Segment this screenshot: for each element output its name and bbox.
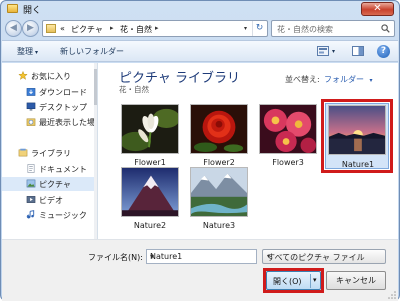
open-dialog: 開く ✕ ◀ ▶ « ピクチャ ▸ 花・自然 ▸ ▾ ↻ 花・自然の検索 整理 ▾… xyxy=(0,0,400,301)
recent-places-icon xyxy=(26,118,36,126)
breadcrumb-pictures[interactable]: ピクチャ xyxy=(71,24,103,35)
nav-label: デスクトップ xyxy=(39,103,87,112)
file-list-pane: ピクチャ ライブラリ 花・自然 並べ替え: フォルダー ▾ Flower1 Fl… xyxy=(99,63,398,239)
nature3-thumbnail xyxy=(190,167,248,217)
arrange-by-value: フォルダー xyxy=(324,75,364,84)
folder-icon xyxy=(46,24,56,33)
nav-item-music[interactable]: ミュージック xyxy=(2,208,97,222)
organize-label: 整理 xyxy=(17,47,33,56)
search-input[interactable]: 花・自然の検索 xyxy=(271,20,395,37)
navigation-pane: お気に入り ダウンロード デスクトップ 最近表示した場所 ライブラリ ドキュメン… xyxy=(2,63,98,239)
star-icon xyxy=(18,71,28,80)
forward-button[interactable]: ▶ xyxy=(22,20,39,37)
arrange-by-label: 並べ替え: xyxy=(285,75,320,84)
flower1-thumbnail xyxy=(121,104,179,154)
nav-item-downloads[interactable]: ダウンロード xyxy=(2,85,97,99)
dialog-footer: ファイル名(N): Nature1 ▾ すべてのピクチャ ファイル ▾ 開く(O… xyxy=(2,239,398,301)
nav-scrollbar-thumb[interactable] xyxy=(94,69,97,105)
nav-label: ドキュメント xyxy=(39,165,87,174)
chevron-down-icon: ▾ xyxy=(267,253,271,260)
nav-label: お気に入り xyxy=(31,72,71,81)
nav-label: ライブラリ xyxy=(31,149,71,158)
library-subtitle: 花・自然 xyxy=(119,85,149,94)
file-item-flower3[interactable]: Flower3 xyxy=(257,104,319,168)
nav-label: ミュージック xyxy=(39,211,87,220)
view-options-icon[interactable] xyxy=(317,46,329,56)
back-button[interactable]: ◀ xyxy=(5,20,22,37)
open-button[interactable]: 開く(O) ▾ xyxy=(266,271,321,290)
library-icon xyxy=(18,148,28,157)
folder-app-icon xyxy=(7,4,18,13)
desktop-icon xyxy=(26,102,36,111)
open-dropdown-icon[interactable]: ▾ xyxy=(313,276,317,284)
file-name: Nature3 xyxy=(202,221,236,230)
address-dropdown-icon[interactable]: ▾ xyxy=(240,21,251,36)
nature1-thumbnail xyxy=(328,105,386,155)
video-icon xyxy=(26,196,36,203)
file-name: Nature2 xyxy=(133,221,167,230)
close-button[interactable]: ✕ xyxy=(361,2,394,16)
file-name: Flower2 xyxy=(203,158,235,167)
file-name: Flower3 xyxy=(272,158,304,167)
breadcrumb-overflow[interactable]: « xyxy=(60,24,65,33)
resize-grip-icon[interactable] xyxy=(388,291,396,299)
refresh-icon[interactable]: ↻ xyxy=(252,21,266,36)
nav-label: ビデオ xyxy=(39,196,63,205)
filetype-select[interactable]: すべてのピクチャ ファイル ▾ xyxy=(262,249,386,264)
breadcrumb-chevron-icon[interactable]: ▸ xyxy=(110,24,114,32)
flower2-thumbnail xyxy=(190,104,248,154)
flower3-thumbnail xyxy=(259,104,317,154)
nav-item-documents[interactable]: ドキュメント xyxy=(2,162,97,176)
search-icon[interactable] xyxy=(381,24,390,33)
cancel-button[interactable]: キャンセル xyxy=(326,271,386,290)
chevron-down-icon: ▾ xyxy=(369,77,373,84)
content-area: お気に入り ダウンロード デスクトップ 最近表示した場所 ライブラリ ドキュメン… xyxy=(2,63,398,239)
preview-pane-icon[interactable] xyxy=(352,46,364,56)
organize-button[interactable]: 整理 ▾ xyxy=(17,46,38,57)
nav-item-pictures[interactable]: ピクチャ xyxy=(2,177,97,191)
file-item-nature2[interactable]: Nature2 xyxy=(119,167,181,231)
filename-label: ファイル名(N): xyxy=(88,253,143,262)
nav-label: 最近表示した場所 xyxy=(39,118,98,127)
chevron-down-icon: ▾ xyxy=(35,49,39,56)
address-bar[interactable]: « ピクチャ ▸ 花・自然 ▸ ▾ ↻ xyxy=(42,20,268,37)
nature2-thumbnail xyxy=(121,167,179,217)
breadcrumb-chevron-icon[interactable]: ▸ xyxy=(155,24,159,32)
nav-label: ダウンロード xyxy=(39,88,87,97)
view-dropdown-icon[interactable]: ▾ xyxy=(332,48,335,55)
file-item-flower2[interactable]: Flower2 xyxy=(188,104,250,168)
documents-icon xyxy=(27,164,35,173)
file-item-nature3[interactable]: Nature3 xyxy=(188,167,250,231)
search-placeholder: 花・自然の検索 xyxy=(277,25,333,34)
pictures-icon xyxy=(26,179,36,188)
nav-item-desktop[interactable]: デスクトップ xyxy=(2,100,97,114)
filename-field[interactable]: Nature1 ▾ xyxy=(146,249,257,264)
file-item-nature1[interactable]: Nature1 xyxy=(325,103,389,169)
help-icon[interactable]: ? xyxy=(377,45,390,58)
new-folder-button[interactable]: 新しいフォルダー xyxy=(60,46,124,57)
music-icon xyxy=(26,210,35,219)
nav-label: ピクチャ xyxy=(39,180,71,189)
nav-item-favorites[interactable]: お気に入り xyxy=(2,69,97,83)
nav-item-videos[interactable]: ビデオ xyxy=(2,193,97,207)
command-bar: 整理 ▾ 新しいフォルダー ▾ ? xyxy=(2,40,398,62)
split-divider xyxy=(310,274,311,288)
chevron-down-icon[interactable]: ▾ xyxy=(150,252,253,261)
nav-item-libraries[interactable]: ライブラリ xyxy=(2,146,97,160)
file-name: Nature1 xyxy=(341,160,375,169)
download-folder-icon xyxy=(26,88,36,96)
nav-scrollbar[interactable] xyxy=(94,63,97,239)
title-bar[interactable]: 開く ✕ xyxy=(1,1,399,17)
open-button-label: 開く(O) xyxy=(273,277,302,286)
nav-item-recent-places[interactable]: 最近表示した場所 xyxy=(2,115,98,129)
breadcrumb-flowers-nature[interactable]: 花・自然 xyxy=(120,24,152,35)
window-title: 開く xyxy=(23,6,42,16)
arrange-by-dropdown[interactable]: フォルダー ▾ xyxy=(324,74,373,85)
file-item-flower1[interactable]: Flower1 xyxy=(119,104,181,168)
file-name: Flower1 xyxy=(134,158,166,167)
